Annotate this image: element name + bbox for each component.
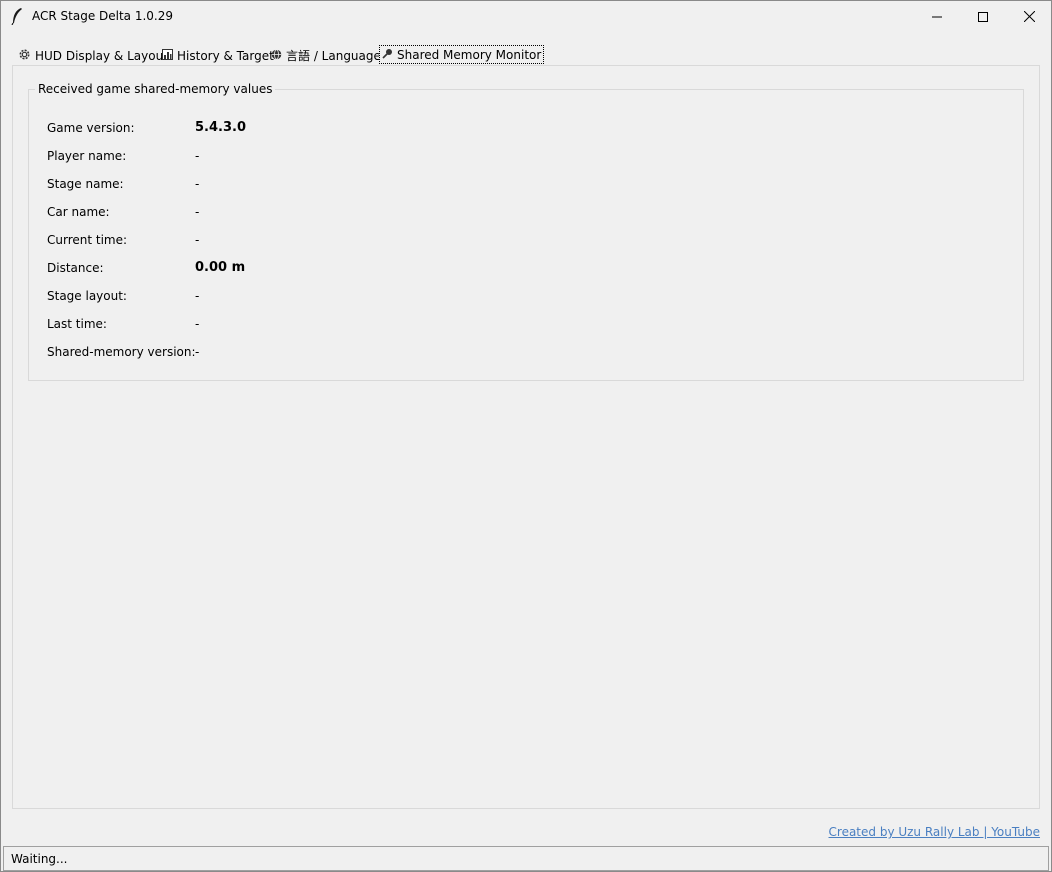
minimize-icon <box>932 16 942 17</box>
current-time-value: - <box>195 233 200 247</box>
credits-youtube-link[interactable]: Created by Uzu Rally Lab | YouTube <box>829 825 1040 839</box>
chart-icon <box>162 48 173 63</box>
tab-label: HUD Display & Layout <box>35 48 168 63</box>
close-icon <box>1023 11 1035 22</box>
field-label: Distance: <box>47 261 104 275</box>
row-shared-memory-version: Shared-memory version: - <box>47 345 447 361</box>
tab-shared-memory-monitor[interactable]: Shared Memory Monitor <box>379 45 545 64</box>
field-label: Player name: <box>47 149 127 163</box>
field-label: Shared-memory version: <box>47 345 196 359</box>
tab-label: History & Target <box>177 48 274 63</box>
row-stage-layout: Stage layout: - <box>47 289 447 305</box>
tab-history-target[interactable]: History & Target <box>162 45 274 66</box>
status-text: Waiting... <box>11 852 68 866</box>
field-label: Last time: <box>47 317 107 331</box>
status-bar: Waiting... <box>3 846 1049 871</box>
shared-memory-version-value: - <box>195 345 200 359</box>
app-window: ACR Stage Delta 1.0.29 HUD Display & Lay… <box>0 0 1052 872</box>
maximize-button[interactable] <box>960 1 1006 32</box>
row-distance: Distance: 0.00 m <box>47 260 447 277</box>
title-bar: ACR Stage Delta 1.0.29 <box>1 1 1051 32</box>
field-label: Stage name: <box>47 177 124 191</box>
car-name-value: - <box>195 205 200 219</box>
stage-name-value: - <box>195 177 200 191</box>
pin-icon <box>382 48 393 62</box>
close-button[interactable] <box>1006 1 1051 32</box>
globe-icon <box>271 48 282 63</box>
feather-icon <box>10 7 24 26</box>
field-label: Game version: <box>47 121 135 135</box>
field-label: Car name: <box>47 205 110 219</box>
player-name-value: - <box>195 149 200 163</box>
field-label: Current time: <box>47 233 128 247</box>
row-player-name: Player name: - <box>47 149 447 165</box>
stage-layout-value: - <box>195 289 200 303</box>
tab-label: Shared Memory Monitor <box>397 47 542 62</box>
last-time-value: - <box>195 317 200 331</box>
tab-label: 言語 / Language <box>286 49 381 63</box>
minimize-button[interactable] <box>914 1 960 32</box>
row-car-name: Car name: - <box>47 205 447 221</box>
game-version-value: 5.4.3.0 <box>195 120 246 135</box>
window-title: ACR Stage Delta 1.0.29 <box>32 9 174 23</box>
row-current-time: Current time: - <box>47 233 447 249</box>
shared-memory-panel: Received game shared-memory values Game … <box>12 65 1040 809</box>
field-label: Stage layout: <box>47 289 127 303</box>
row-game-version: Game version: 5.4.3.0 <box>47 120 447 137</box>
maximize-icon <box>978 11 988 22</box>
gear-icon <box>18 48 31 64</box>
group-title: Received game shared-memory values <box>35 82 276 96</box>
distance-value: 0.00 m <box>195 260 246 275</box>
tab-language[interactable]: 言語 / Language <box>271 45 381 66</box>
tab-hud-display-layout[interactable]: HUD Display & Layout <box>18 45 168 66</box>
row-stage-name: Stage name: - <box>47 177 447 193</box>
row-last-time: Last time: - <box>47 317 447 333</box>
shared-memory-group: Received game shared-memory values Game … <box>28 82 1024 381</box>
